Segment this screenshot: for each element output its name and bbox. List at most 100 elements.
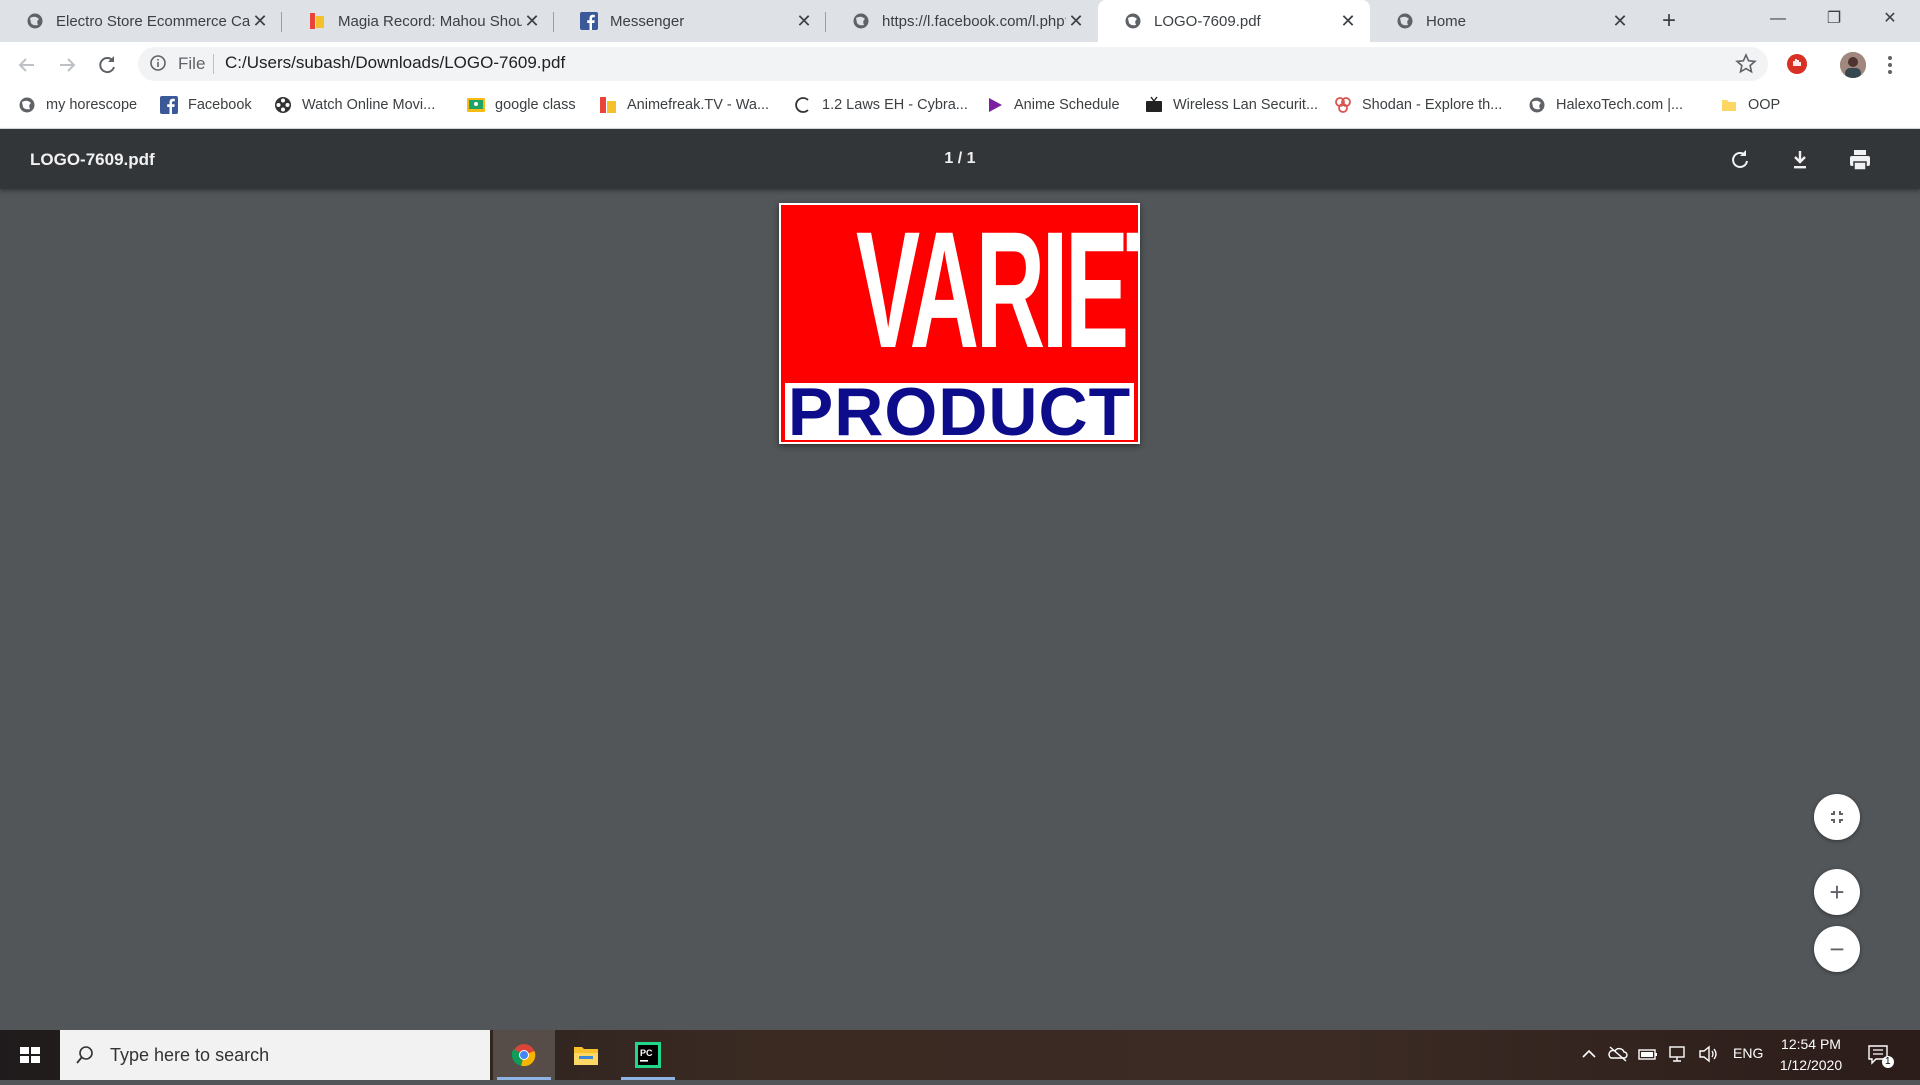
tab-facebook-link[interactable]: https://l.facebook.com/l.php?u= ✕ [826, 0, 1098, 42]
profile-avatar[interactable] [1840, 52, 1866, 78]
bookmark-label: Wireless Lan Securit... [1173, 97, 1319, 113]
tab-title: LOGO-7609.pdf [1154, 12, 1261, 30]
back-button[interactable] [12, 50, 42, 80]
bookmark-folder-oop[interactable]: OOP [1720, 93, 1780, 117]
bookmark-animefreak[interactable]: Animefreak.TV - Wa... [599, 93, 769, 117]
bookmark-label: my horescope [46, 97, 138, 113]
tab-close-icon[interactable]: ✕ [522, 11, 542, 32]
minimize-button[interactable]: — [1750, 0, 1806, 40]
tab-close-icon[interactable]: ✕ [794, 11, 814, 32]
tab-close-icon[interactable]: ✕ [250, 11, 270, 32]
cybrary-icon [794, 96, 812, 114]
fit-page-button[interactable] [1814, 794, 1860, 840]
tv-icon [1145, 96, 1163, 114]
print-button[interactable] [1846, 146, 1874, 174]
forward-button[interactable] [52, 50, 82, 80]
search-icon [76, 1046, 93, 1064]
clock[interactable]: 12:54 PM 1/12/2020 [1766, 1034, 1856, 1076]
logo-bottom-text: PRODUCT [787, 374, 1132, 444]
bookmark-label: HalexoTech.com |... [1556, 97, 1684, 113]
bookmark-label: 1.2 Laws EH - Cybra... [822, 97, 968, 113]
globe-icon [18, 96, 36, 114]
pdf-title: LOGO-7609.pdf [30, 150, 155, 169]
tab-electro-store[interactable]: Electro Store Ecommerce Category Bootstr… [0, 0, 282, 42]
bookmark-label: Shodan - Explore th... [1362, 97, 1503, 113]
svg-text:PC: PC [640, 1048, 653, 1058]
notification-icon [1868, 1045, 1894, 1068]
bookmark-watch-online-movies[interactable]: Watch Online Movi... [274, 93, 435, 117]
zoom-in-button[interactable]: + [1814, 869, 1860, 915]
download-icon [1794, 151, 1806, 169]
print-icon [1850, 150, 1870, 171]
extension-stop-icon[interactable] [1786, 53, 1808, 75]
bookmark-my-horescope[interactable]: my horescope [18, 93, 137, 117]
clock-date: 1/12/2020 [1779, 1057, 1843, 1073]
bookmark-star-icon[interactable] [1734, 52, 1758, 76]
battery-icon[interactable] [1637, 1043, 1659, 1065]
new-tab-button[interactable]: + [1654, 6, 1684, 36]
network-icon[interactable] [1666, 1043, 1688, 1065]
globe-icon [1528, 96, 1546, 114]
tab-title: https://l.facebook.com/l.php?u= [882, 12, 1066, 30]
fit-icon [1831, 811, 1843, 823]
volume-icon[interactable] [1697, 1043, 1719, 1065]
rotate-button[interactable] [1726, 146, 1754, 174]
globe-icon [852, 12, 870, 30]
tab-messenger[interactable]: Messenger ✕ [554, 0, 826, 42]
tab-close-icon[interactable]: ✕ [1066, 11, 1086, 32]
shodan-icon [1334, 96, 1352, 114]
menu-kebab-icon[interactable] [1880, 52, 1900, 78]
pdf-page-logo: VARIETY PRODUCT [779, 203, 1140, 444]
bookmark-halexotech[interactable]: HalexoTech.com |... [1528, 93, 1683, 117]
close-window-button[interactable]: ✕ [1862, 0, 1918, 40]
globe-icon [1396, 12, 1414, 30]
bookmark-label: Animefreak.TV - Wa... [627, 97, 770, 113]
tab-home[interactable]: Home ✕ [1370, 0, 1642, 42]
reload-button[interactable] [92, 50, 122, 80]
bookmark-wireless-lan[interactable]: Wireless Lan Securit... [1145, 93, 1318, 117]
page-indicator: 1 / 1 [944, 150, 976, 167]
bookmark-google-class[interactable]: google class [467, 93, 576, 117]
tab-close-icon[interactable]: ✕ [1338, 11, 1358, 32]
notification-count: 1 [1885, 1056, 1891, 1067]
zoom-out-button[interactable]: − [1814, 926, 1860, 972]
action-center-button[interactable]: 1 [1866, 1042, 1896, 1070]
info-icon[interactable] [148, 53, 168, 73]
reload-icon [99, 56, 115, 74]
taskbar-chrome[interactable] [493, 1030, 555, 1080]
onedrive-offline-icon[interactable] [1607, 1043, 1629, 1065]
tab-magia-record[interactable]: Magia Record: Mahou Shoujo ✕ [282, 0, 554, 42]
restore-button[interactable]: ❐ [1806, 0, 1862, 40]
bookmark-label: Anime Schedule [1014, 97, 1120, 113]
windows-logo-icon [20, 1047, 40, 1063]
address-url[interactable]: C:/Users/subash/Downloads/LOGO-7609.pdf [225, 53, 565, 73]
globe-icon [1124, 12, 1142, 30]
folder-icon [574, 1047, 598, 1065]
classroom-icon [467, 96, 485, 114]
tab-close-icon[interactable]: ✕ [1610, 11, 1630, 32]
bookmark-label: OOP [1748, 97, 1781, 113]
tab-title: Messenger [610, 12, 685, 30]
download-button[interactable] [1786, 146, 1814, 174]
play-icon [986, 96, 1004, 114]
bookmark-shodan[interactable]: Shodan - Explore th... [1334, 93, 1502, 117]
logo-bottom-band: PRODUCT [785, 377, 1134, 442]
facebook-icon [580, 12, 598, 30]
bookmark-facebook[interactable]: Facebook [160, 93, 252, 117]
tab-logo-pdf[interactable]: LOGO-7609.pdf ✕ [1098, 0, 1370, 42]
bookmark-label: Watch Online Movi... [302, 97, 436, 113]
clock-time: 12:54 PM [1781, 1036, 1841, 1052]
taskbar-file-explorer[interactable] [555, 1030, 617, 1080]
taskbar-pycharm[interactable]: PC [617, 1030, 679, 1080]
bookmark-anime-schedule[interactable]: Anime Schedule [986, 93, 1120, 117]
input-language[interactable]: ENG [1733, 1045, 1763, 1061]
logo-top-text: VARIETY [855, 203, 1138, 383]
show-hidden-icons-chevron-icon[interactable] [1578, 1043, 1600, 1065]
bookmark-cybrary[interactable]: 1.2 Laws EH - Cybra... [794, 93, 968, 117]
tab-title: Magia Record: Mahou Shoujo [338, 12, 522, 30]
film-reel-icon [274, 96, 292, 114]
windows-start-button[interactable] [0, 1030, 60, 1080]
folder-icon [1720, 96, 1738, 114]
bookmark-label: Facebook [188, 97, 252, 113]
pycharm-icon: PC [635, 1042, 661, 1068]
